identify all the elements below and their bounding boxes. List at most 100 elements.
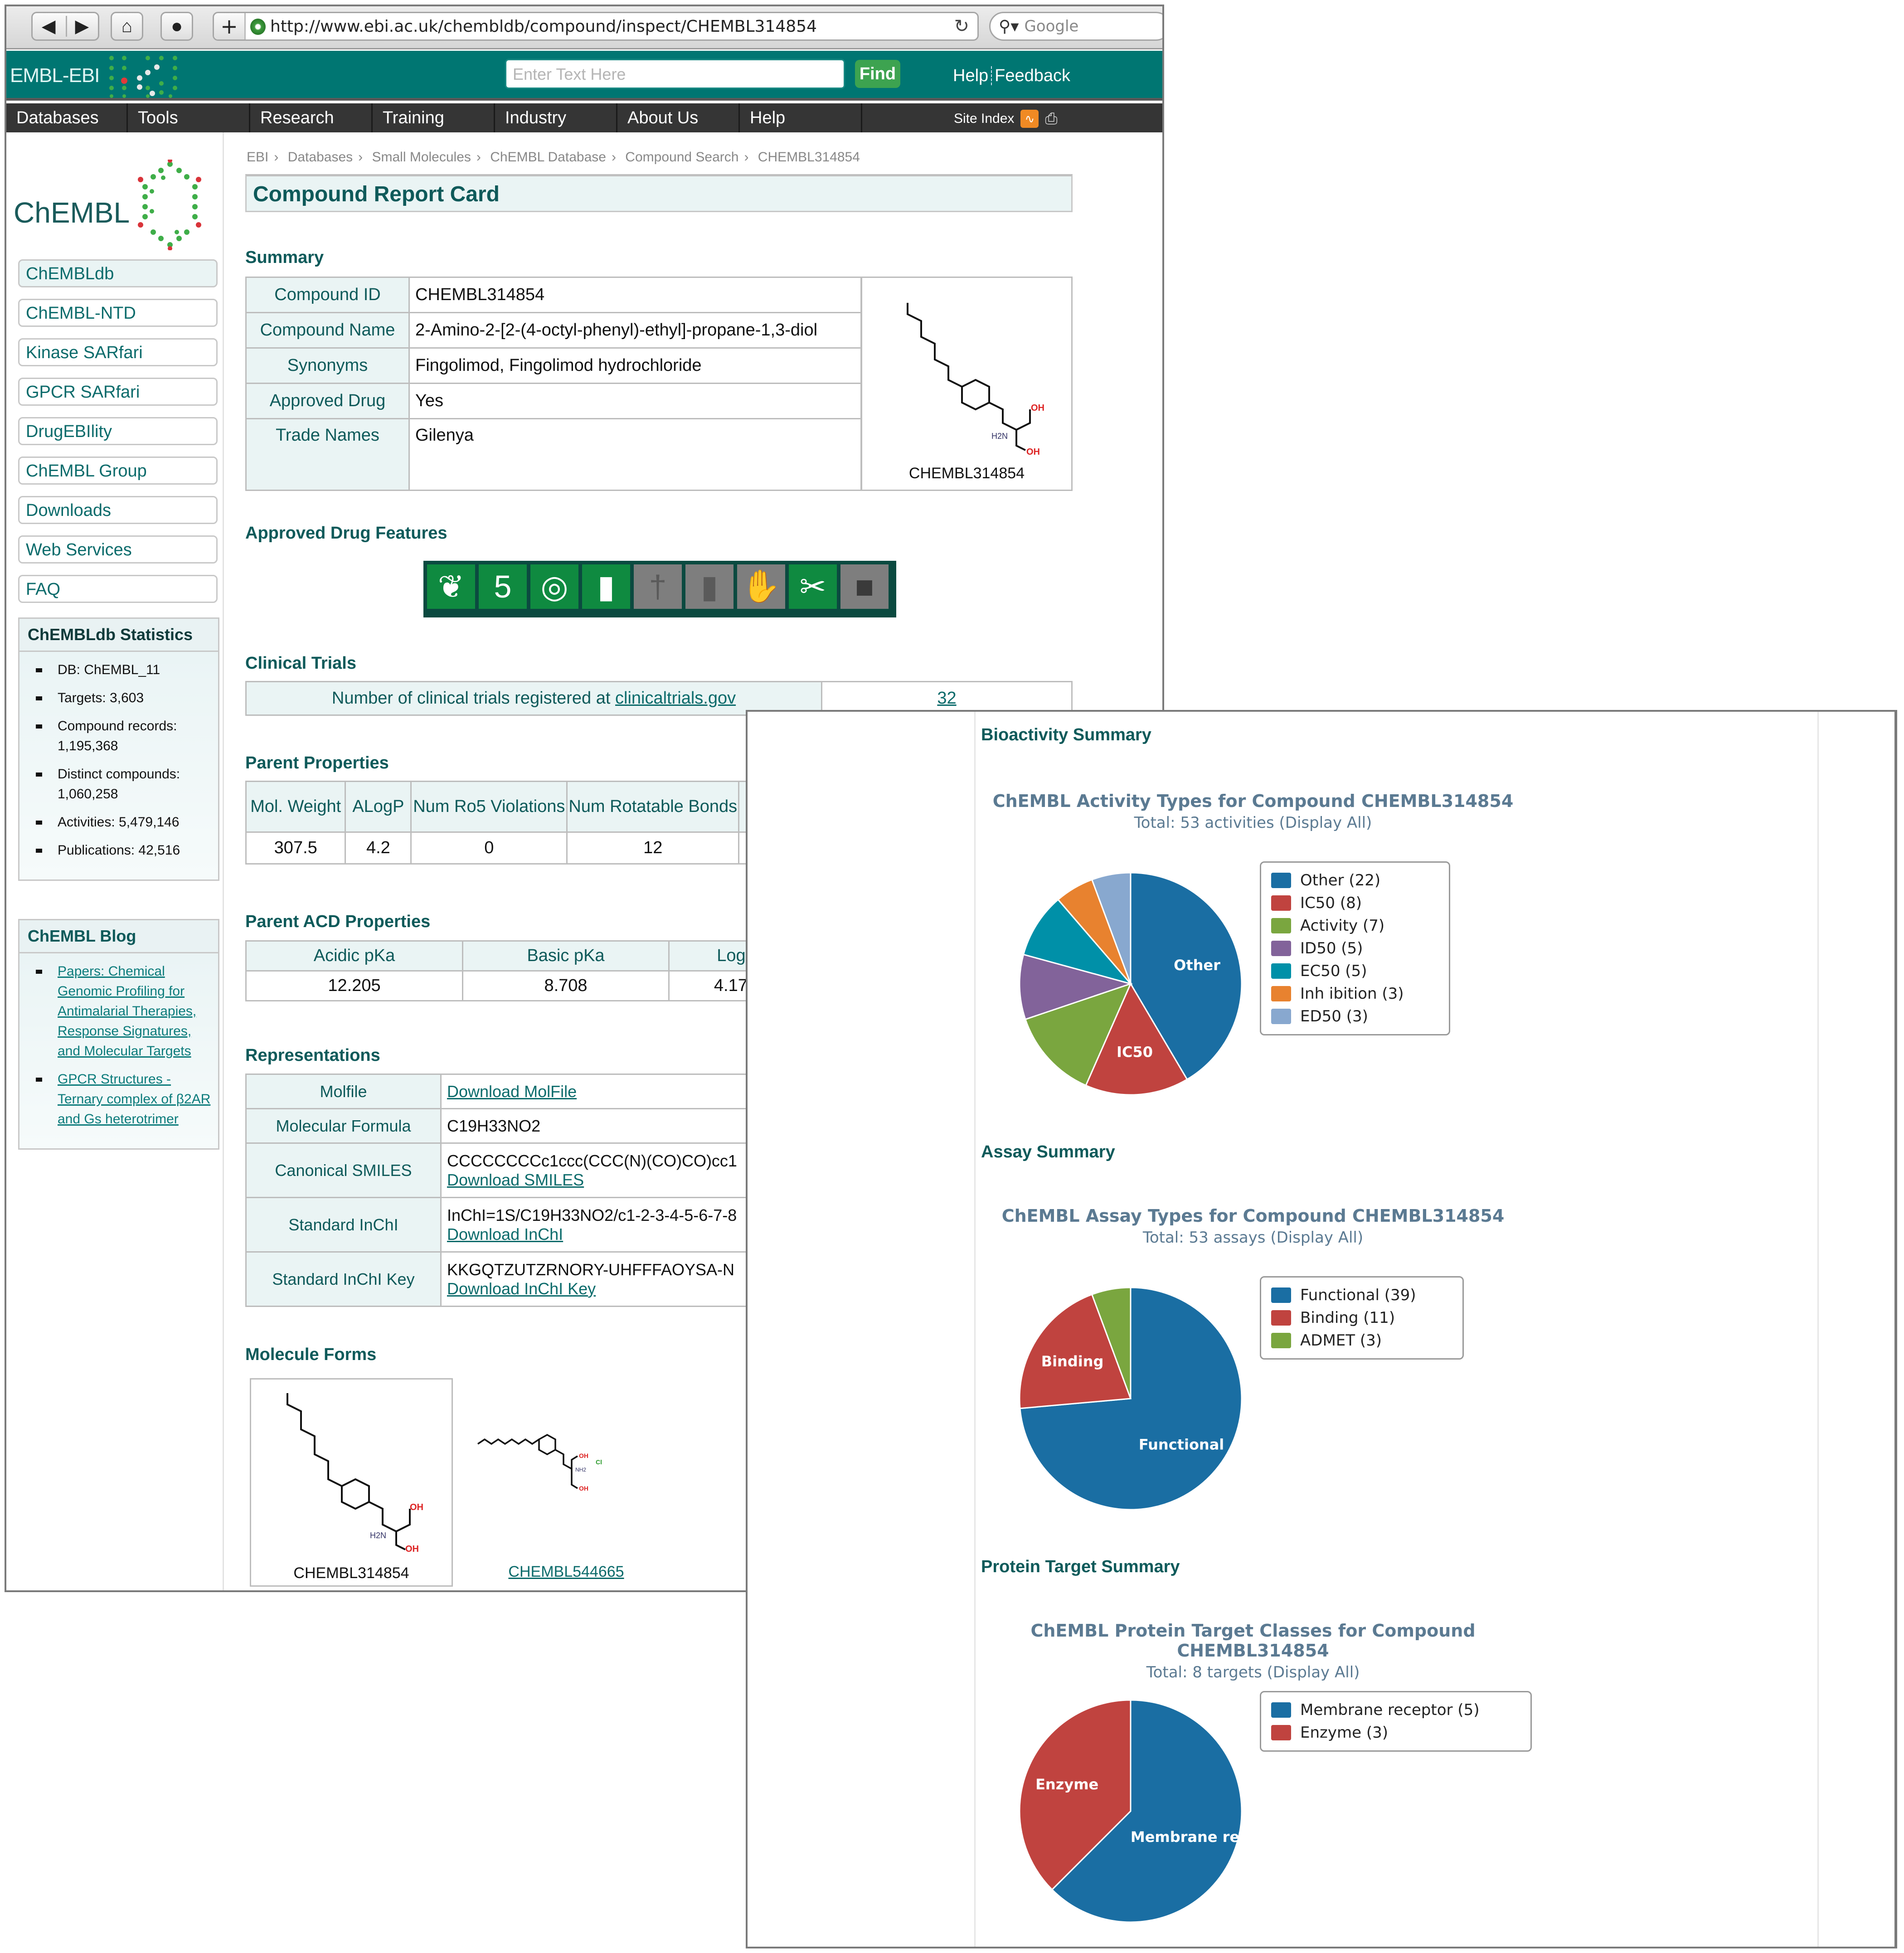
print-icon[interactable]: ⎙	[1045, 110, 1065, 128]
sidebar-item-chembl-group[interactable]: ChEMBL Group	[18, 457, 218, 485]
summary-label: Trade Names	[245, 418, 410, 491]
nav-help[interactable]: Help	[740, 103, 862, 132]
rep-label: Molfile	[245, 1074, 442, 1109]
legend-label: Inh ibition (3)	[1300, 985, 1404, 1003]
legend-label: Other (22)	[1300, 871, 1381, 889]
breadcrumb-item[interactable]: Small Molecules	[372, 150, 471, 165]
legend-item-enzyme[interactable]: Enzyme (3)	[1271, 1721, 1520, 1744]
reload-icon[interactable]: ↻	[954, 16, 969, 37]
rep-value: C19H33NO2	[440, 1108, 762, 1144]
clinical-trials-count-link[interactable]: 32	[937, 689, 956, 708]
chart-subtitle[interactable]: Total: 8 targets (Display All)	[970, 1663, 1536, 1681]
nav-tools[interactable]: Tools	[128, 103, 250, 132]
download-smiles-link[interactable]: Download SMILES	[447, 1171, 584, 1189]
parenteral-syringe-icon[interactable]: †	[634, 564, 682, 609]
help-feedback-links: Help Feedback	[953, 66, 1070, 86]
table-cell: 8.708	[462, 970, 670, 1001]
molecule-structure-icon: OH H2N OH	[907, 303, 1044, 457]
legend-item-ic50[interactable]: IC50 (8)	[1271, 892, 1439, 914]
chart-subtitle[interactable]: Total: 53 activities (Display All)	[992, 814, 1514, 832]
browser-search-field[interactable]: ⚲▾ Google	[989, 12, 1162, 41]
sidebar-item-faq[interactable]: FAQ	[18, 575, 218, 603]
natural-product-leaf-icon[interactable]: ❦	[427, 564, 475, 609]
blog-post-link[interactable]: Papers: Chemical Genomic Profiling for A…	[58, 964, 196, 1059]
legend-item-ed50[interactable]: ED50 (3)	[1271, 1005, 1439, 1028]
sidebar-item-kinase-sarfari[interactable]: Kinase SARfari	[18, 338, 218, 366]
legend-item-binding[interactable]: Binding (11)	[1271, 1307, 1452, 1329]
table-header: Mol. Weight	[245, 781, 346, 833]
legend-item-other[interactable]: Other (22)	[1271, 869, 1439, 892]
help-link[interactable]: Help	[953, 66, 988, 85]
legend-item-ec50[interactable]: EC50 (5)	[1271, 960, 1439, 982]
search-icon[interactable]: ⚲▾	[999, 17, 1019, 36]
chart-title: ChEMBL Assay Types for Compound CHEMBL31…	[1001, 1206, 1505, 1226]
sidebar-item-gpcr-sarfari[interactable]: GPCR SARfari	[18, 378, 218, 406]
svg-text:OH: OH	[405, 1544, 419, 1552]
back-icon[interactable]: ◀	[42, 16, 67, 37]
nav-industry[interactable]: Industry	[495, 103, 617, 132]
blog-post-link[interactable]: GPCR Structures - Ternary complex of β2A…	[58, 1072, 210, 1127]
breadcrumb-item[interactable]: EBI	[247, 150, 268, 165]
legend-item-membrane-receptor[interactable]: Membrane receptor (5)	[1271, 1699, 1520, 1721]
svg-text:NH2: NH2	[575, 1467, 586, 1473]
molecule-form-link[interactable]: CHEMBL544665	[508, 1563, 624, 1580]
rep-value: InChI=1S/C19H33NO2/c1-2-3-4-5-6-7-8	[447, 1205, 737, 1224]
evernote-button[interactable]: ●	[160, 12, 193, 41]
clinical-trials-label: Number of clinical trials registered at …	[245, 681, 822, 716]
site-index-link[interactable]: Site Index	[954, 111, 1014, 126]
breadcrumb-item[interactable]: ChEMBL Database	[490, 150, 606, 165]
add-bookmark-icon[interactable]: +	[214, 13, 246, 39]
sidebar-item-chembl-ntd[interactable]: ChEMBL-NTD	[18, 299, 218, 327]
home-button[interactable]: ⌂	[111, 12, 143, 41]
url-text[interactable]: http://www.ebi.ac.uk/chembldb/compound/i…	[270, 17, 817, 36]
legend-label: ADMET (3)	[1300, 1331, 1382, 1350]
legend-item-id50[interactable]: ID50 (5)	[1271, 937, 1439, 960]
topical-bottle-icon[interactable]: ▮	[685, 564, 733, 609]
nav-training[interactable]: Training	[373, 103, 495, 132]
sidebar-item-downloads[interactable]: Downloads	[18, 496, 218, 524]
sidebar-item-chembldb[interactable]: ChEMBLdb	[18, 259, 218, 287]
download-inchi-link[interactable]: Download InChI	[447, 1225, 563, 1244]
ebi-search-input[interactable]: Enter Text Here	[505, 59, 845, 89]
nav-about-us[interactable]: About Us	[617, 103, 740, 132]
sidebar-item-web-services[interactable]: Web Services	[18, 535, 218, 564]
legend-item-activity[interactable]: Activity (7)	[1271, 914, 1439, 937]
sidebar-item-drugebility[interactable]: DrugEBIlity	[18, 417, 218, 445]
legend-item-functional[interactable]: Functional (39)	[1271, 1284, 1452, 1307]
feedback-link[interactable]: Feedback	[995, 66, 1070, 85]
legend-swatch	[1271, 1702, 1291, 1718]
breadcrumb-item[interactable]: Databases	[288, 150, 353, 165]
nav-databases[interactable]: Databases	[6, 103, 128, 132]
chembl-logo-text: ChEMBL	[14, 196, 130, 229]
download-inchi-key-link[interactable]: Download InChI Key	[447, 1279, 596, 1298]
activity-types-pie: Other IC50	[1019, 872, 1243, 1096]
capsule-icon[interactable]: ▮	[582, 564, 630, 609]
stat-item: Compound records: 1,195,368	[36, 716, 212, 756]
nav-research[interactable]: Research	[250, 103, 373, 132]
first-in-class-scissors-icon[interactable]: ✂	[789, 564, 837, 609]
table-header: ALogP	[345, 781, 412, 833]
clinicaltrials-link[interactable]: clinicaltrials.gov	[615, 689, 736, 708]
legend-item-inhibition[interactable]: Inh ibition (3)	[1271, 982, 1439, 1005]
legend-label: Enzyme (3)	[1300, 1724, 1389, 1742]
rss-icon[interactable]: ∿	[1020, 110, 1039, 128]
summary-label: Compound ID	[245, 277, 410, 313]
download-molfile-link[interactable]: Download MolFile	[447, 1082, 577, 1101]
rule-of-five-icon[interactable]: 5	[479, 564, 527, 609]
black-box-warning-hand-icon[interactable]: ✋	[737, 564, 785, 609]
chart-subtitle[interactable]: Total: 53 assays (Display All)	[992, 1229, 1514, 1247]
forward-icon[interactable]: ▶	[67, 16, 89, 37]
address-bar[interactable]: + http://www.ebi.ac.uk/chembldb/compound…	[213, 12, 979, 41]
ebi-logo[interactable]: EMBL-EBI	[10, 64, 100, 87]
prodrug-cube-icon[interactable]: ■	[840, 564, 889, 609]
oral-icon[interactable]: ◎	[530, 564, 578, 609]
legend-item-admet[interactable]: ADMET (3)	[1271, 1329, 1452, 1352]
legend-swatch	[1271, 1009, 1291, 1024]
structure-image: OH H2N OH CHEMBL314854	[861, 277, 1073, 491]
find-button[interactable]: Find	[855, 60, 900, 88]
assay-summary-title: Assay Summary	[981, 1142, 1115, 1161]
breadcrumb-item[interactable]: Compound Search	[625, 150, 738, 165]
pie-slice-label: Functional	[1139, 1436, 1224, 1453]
pie-slice-label: Enzyme	[1035, 1776, 1098, 1793]
pie-slice-label: Binding	[1041, 1353, 1104, 1370]
